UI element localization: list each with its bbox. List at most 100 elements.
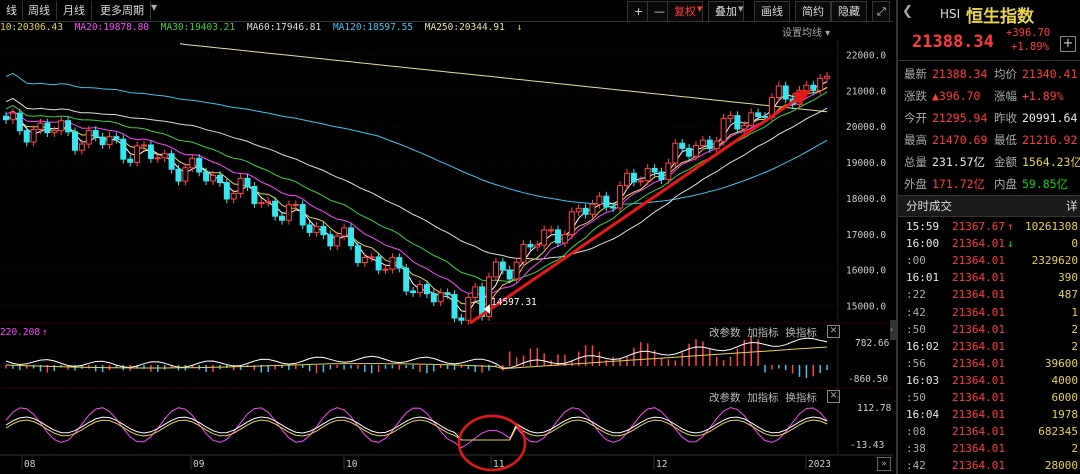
- tick-price: 21364.01: [952, 237, 1005, 251]
- candle-body: [762, 115, 768, 118]
- tick-volume: 487: [1058, 288, 1078, 302]
- candle-body: [817, 77, 824, 91]
- candle-body: [417, 284, 423, 294]
- field-label: 内盘: [994, 177, 1017, 191]
- tick-volume: 1: [1071, 305, 1078, 319]
- candle-body: [265, 200, 272, 203]
- change-params-button[interactable]: 改参数: [709, 327, 741, 339]
- ma60-line: [5, 97, 828, 260]
- tick-price: 21364.01: [952, 425, 1005, 439]
- candle-body: [734, 115, 741, 130]
- candle-body: [182, 167, 189, 182]
- field-value: ▲396.70: [932, 89, 981, 103]
- candle-body: [637, 180, 644, 183]
- candle-body: [396, 257, 403, 269]
- candle-body: [147, 144, 154, 159]
- tick-row: :42 21364.01 1: [898, 304, 1080, 321]
- field-value: 20991.64: [1022, 111, 1078, 125]
- candle-body: [3, 115, 9, 121]
- candle-body: [555, 229, 561, 244]
- candle-body: [141, 144, 147, 147]
- tick-volume: 2: [1071, 339, 1078, 353]
- candle-body: [313, 225, 320, 233]
- candle-body: [644, 167, 651, 182]
- tick-volume: 390: [1058, 271, 1078, 285]
- field-label: 总量: [904, 155, 927, 169]
- candle-body: [727, 115, 734, 119]
- y-tick-label: 16000.0: [846, 266, 886, 277]
- candle-body: [824, 75, 831, 79]
- candle-body: [699, 139, 706, 147]
- candle-body: [582, 207, 589, 215]
- candle-body: [693, 145, 699, 157]
- kdj-tick-high: 112.78: [857, 403, 892, 414]
- candle-body: [223, 182, 230, 200]
- index-name: 恒生指数: [966, 7, 1034, 27]
- candle-body: [437, 292, 444, 303]
- candle-body: [44, 122, 51, 134]
- tick-time: 16:03: [906, 373, 940, 387]
- scroll-right-icon[interactable]: »: [877, 457, 891, 471]
- change-percent: +1.89%: [1011, 41, 1049, 53]
- tick-row: :50 21364.01 6000: [898, 389, 1080, 406]
- close-icon[interactable]: ✕: [827, 325, 840, 338]
- macd-actions: 改参数 加指标 换指标: [709, 325, 817, 340]
- candle-body: [610, 206, 617, 209]
- candle-body: [382, 268, 389, 271]
- field-label: 涨跌: [904, 89, 927, 103]
- ma120-line: [5, 72, 828, 205]
- x-tick-label: 2023: [808, 459, 831, 470]
- candle-body: [568, 211, 575, 236]
- quote-panel: ❮ HSI 恒生指数 21388.34 +396.70 +1.89% + 最新 …: [896, 0, 1080, 474]
- tick-time: :56: [906, 356, 926, 370]
- tick-price: 21364.01: [952, 305, 1005, 319]
- candle-body: [154, 157, 161, 160]
- ticks-detail-button[interactable]: 详: [1066, 198, 1078, 214]
- field-value: 21216.92: [1022, 133, 1078, 147]
- field-value: 231.57亿: [932, 155, 986, 169]
- ma5-line: [5, 81, 828, 313]
- candle-body: [334, 235, 341, 247]
- add-indicator-button[interactable]: 加指标: [747, 392, 779, 404]
- candle-body: [810, 84, 817, 91]
- tick-volume: 39600: [1044, 356, 1078, 370]
- quote-row: 外盘 171.72亿 内盘 59.85亿: [898, 174, 1080, 194]
- quote-row: 最新 21388.34 均价 21340.41: [898, 64, 1080, 84]
- field-label: 外盘: [904, 177, 927, 191]
- close-icon[interactable]: ✕: [827, 390, 840, 403]
- change-params-button[interactable]: 改参数: [709, 392, 741, 404]
- candle-body: [279, 215, 285, 221]
- candle-body: [527, 243, 534, 248]
- field-label: 涨幅: [994, 89, 1017, 103]
- y-tick-label: 21000.0: [846, 86, 886, 97]
- tick-price: 21364.01: [952, 322, 1005, 336]
- add-watchlist-button[interactable]: +: [1060, 36, 1076, 52]
- switch-indicator-button[interactable]: 换指标: [785, 327, 817, 339]
- tick-volume: 682345: [1038, 425, 1078, 439]
- candle-body: [389, 257, 396, 270]
- candle-body: [492, 261, 499, 278]
- tick-time: 16:00: [906, 237, 940, 251]
- y-tick-label: 18000.0: [846, 194, 886, 205]
- candle-body: [120, 138, 127, 160]
- tick-row: 15:59 21367.67 ↑ 10261308: [898, 218, 1080, 235]
- tick-time: :22: [906, 288, 926, 302]
- tick-volume: 1978: [1051, 408, 1079, 422]
- switch-indicator-button[interactable]: 换指标: [785, 392, 817, 404]
- tick-price: 21364.01: [952, 459, 1005, 473]
- candle-body: [72, 131, 78, 151]
- candle-body: [189, 157, 196, 169]
- candle-body: [203, 171, 210, 182]
- add-indicator-button[interactable]: 加指标: [747, 327, 779, 339]
- macd-value: 220.208: [0, 327, 40, 338]
- x-tick-label: 08: [24, 459, 36, 470]
- candle-body: [327, 234, 334, 247]
- low-marker-label: 14597.31: [491, 297, 537, 308]
- tick-price: 21364.01: [952, 271, 1005, 285]
- ma30-line: [5, 91, 828, 283]
- prev-icon[interactable]: ❮: [902, 4, 913, 19]
- candle-body: [630, 172, 637, 183]
- field-value: 21340.41: [1022, 67, 1078, 81]
- tick-time: 15:59: [906, 220, 940, 233]
- candle-body: [775, 85, 782, 99]
